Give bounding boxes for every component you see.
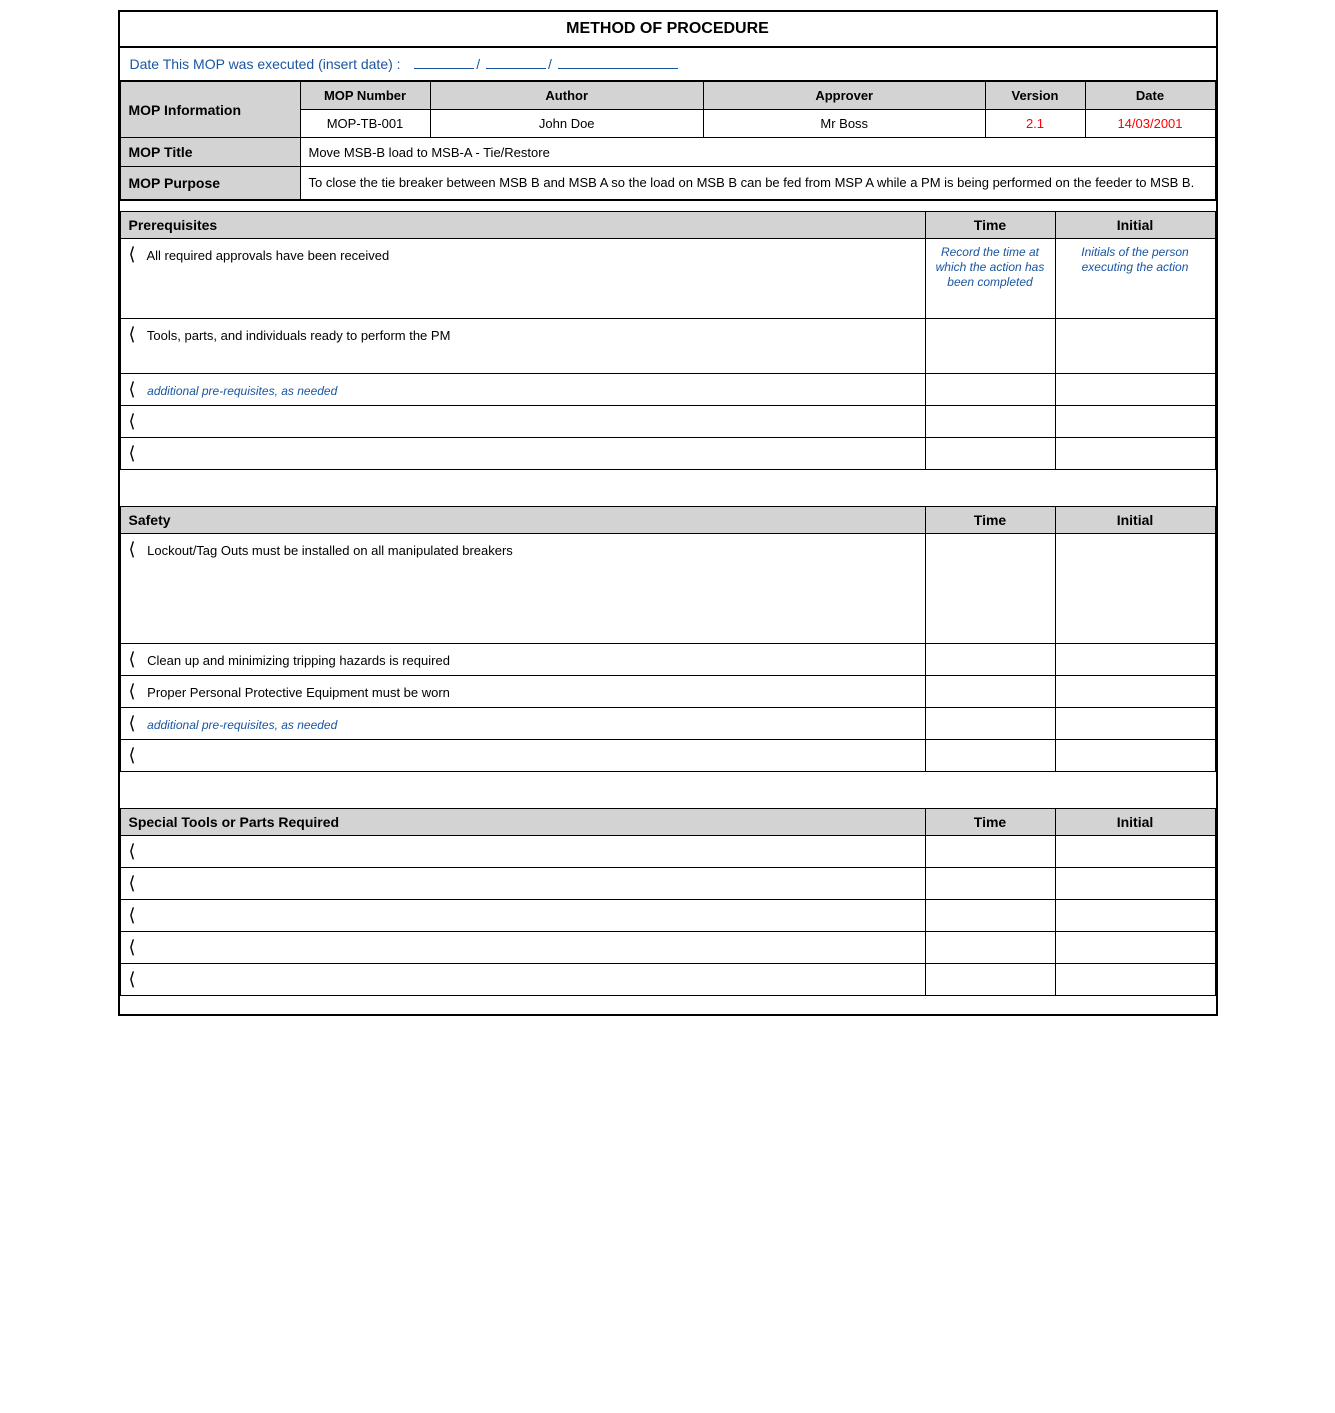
brace-icon: ⟨ <box>129 841 136 861</box>
prereq-time-5 <box>925 437 1055 469</box>
brace-icon: ⟨ <box>129 539 136 559</box>
tools-row-4: ⟨ <box>120 931 925 963</box>
safety-initial-3 <box>1055 675 1215 707</box>
prereq-initial-3 <box>1055 373 1215 405</box>
mop-info-label: MOP Information <box>120 82 300 138</box>
prereq-time-2 <box>925 318 1055 373</box>
tools-row-2: ⟨ <box>120 867 925 899</box>
safety-row-3: ⟨ Proper Personal Protective Equipment m… <box>120 675 925 707</box>
safety-initial-5 <box>1055 739 1215 771</box>
date-insert: (insert date) : <box>318 56 400 72</box>
prereq-time-1: Record the time at which the action has … <box>925 238 1055 318</box>
date-row: Date This MOP was executed (insert date)… <box>120 48 1216 81</box>
safety-time-4 <box>925 707 1055 739</box>
safety-row-1: ⟨ Lockout/Tag Outs must be installed on … <box>120 533 925 643</box>
special-tools-time-header: Time <box>925 808 1055 835</box>
special-tools-initial-header: Initial <box>1055 808 1215 835</box>
brace-icon: ⟨ <box>129 905 136 925</box>
tools-row-5: ⟨ <box>120 963 925 995</box>
mop-number-header: MOP Number <box>300 82 430 110</box>
brace-icon: ⟨ <box>129 713 136 733</box>
brace-icon: ⟨ <box>129 411 136 431</box>
brace-icon: ⟨ <box>129 681 136 701</box>
tools-initial-4 <box>1055 931 1215 963</box>
prerequisites-header: Prerequisites <box>120 211 925 238</box>
mop-number-value: MOP-TB-001 <box>300 110 430 138</box>
mop-info-table: MOP Information MOP Number Author Approv… <box>120 81 1216 201</box>
brace-icon: ⟨ <box>129 649 136 669</box>
tools-time-1 <box>925 835 1055 867</box>
safety-initial-1 <box>1055 533 1215 643</box>
special-tools-table: Special Tools or Parts Required Time Ini… <box>120 808 1216 996</box>
prereq-time-4 <box>925 405 1055 437</box>
prerequisites-table: Prerequisites Time Initial ⟨ All require… <box>120 211 1216 470</box>
brace-icon: ⟨ <box>129 873 136 893</box>
mop-purpose-value: To close the tie breaker between MSB B a… <box>300 167 1215 200</box>
prereq-row-1: ⟨ All required approvals have been recei… <box>120 238 925 318</box>
main-title: METHOD OF PROCEDURE <box>120 12 1216 48</box>
brace-icon: ⟨ <box>129 244 136 264</box>
tools-row-3: ⟨ <box>120 899 925 931</box>
prereq-initial-1: Initials of the person executing the act… <box>1055 238 1215 318</box>
safety-row-4: ⟨ additional pre-requisites, as needed <box>120 707 925 739</box>
prerequisites-initial-header: Initial <box>1055 211 1215 238</box>
date-field-1[interactable] <box>414 68 474 69</box>
brace-icon: ⟨ <box>129 443 136 463</box>
date-field-3[interactable] <box>558 68 678 69</box>
tools-time-2 <box>925 867 1055 899</box>
date-label: Date This MOP was executed <box>130 56 315 72</box>
brace-icon: ⟨ <box>129 937 136 957</box>
prereq-initial-2 <box>1055 318 1215 373</box>
prereq-row-5: ⟨ <box>120 437 925 469</box>
approver-header: Approver <box>703 82 985 110</box>
safety-header: Safety <box>120 506 925 533</box>
prereq-row-4: ⟨ <box>120 405 925 437</box>
special-tools-header: Special Tools or Parts Required <box>120 808 925 835</box>
brace-icon: ⟨ <box>129 969 136 989</box>
mop-title-label: MOP Title <box>120 138 300 167</box>
mop-purpose-label: MOP Purpose <box>120 167 300 200</box>
safety-row-2: ⟨ Clean up and minimizing tripping hazar… <box>120 643 925 675</box>
brace-icon: ⟨ <box>129 379 136 399</box>
tools-initial-5 <box>1055 963 1215 995</box>
safety-row-5: ⟨ <box>120 739 925 771</box>
safety-time-header: Time <box>925 506 1055 533</box>
prereq-initial-4 <box>1055 405 1215 437</box>
safety-initial-header: Initial <box>1055 506 1215 533</box>
safety-initial-4 <box>1055 707 1215 739</box>
tools-initial-2 <box>1055 867 1215 899</box>
tools-time-4 <box>925 931 1055 963</box>
prereq-initial-5 <box>1055 437 1215 469</box>
version-header: Version <box>985 82 1085 110</box>
safety-initial-2 <box>1055 643 1215 675</box>
prereq-time-3 <box>925 373 1055 405</box>
author-header: Author <box>430 82 703 110</box>
prereq-row-3: ⟨ additional pre-requisites, as needed <box>120 373 925 405</box>
initial-hint: Initials of the person executing the act… <box>1081 245 1188 274</box>
author-value: John Doe <box>430 110 703 138</box>
safety-table: Safety Time Initial ⟨ Lockout/Tag Outs m… <box>120 506 1216 772</box>
date-value: 14/03/2001 <box>1085 110 1215 138</box>
tools-initial-3 <box>1055 899 1215 931</box>
tools-initial-1 <box>1055 835 1215 867</box>
safety-time-1 <box>925 533 1055 643</box>
safety-time-3 <box>925 675 1055 707</box>
version-value: 2.1 <box>985 110 1085 138</box>
prerequisites-time-header: Time <box>925 211 1055 238</box>
safety-time-5 <box>925 739 1055 771</box>
safety-time-2 <box>925 643 1055 675</box>
approver-value: Mr Boss <box>703 110 985 138</box>
mop-title-value: Move MSB-B load to MSB-A - Tie/Restore <box>300 138 1215 167</box>
date-header: Date <box>1085 82 1215 110</box>
tools-time-5 <box>925 963 1055 995</box>
prereq-row-2: ⟨ Tools, parts, and individuals ready to… <box>120 318 925 373</box>
tools-time-3 <box>925 899 1055 931</box>
brace-icon: ⟨ <box>129 745 136 765</box>
time-hint: Record the time at which the action has … <box>936 245 1045 289</box>
brace-icon: ⟨ <box>129 324 136 344</box>
date-field-2[interactable] <box>486 68 546 69</box>
page-container: METHOD OF PROCEDURE Date This MOP was ex… <box>118 10 1218 1016</box>
tools-row-1: ⟨ <box>120 835 925 867</box>
